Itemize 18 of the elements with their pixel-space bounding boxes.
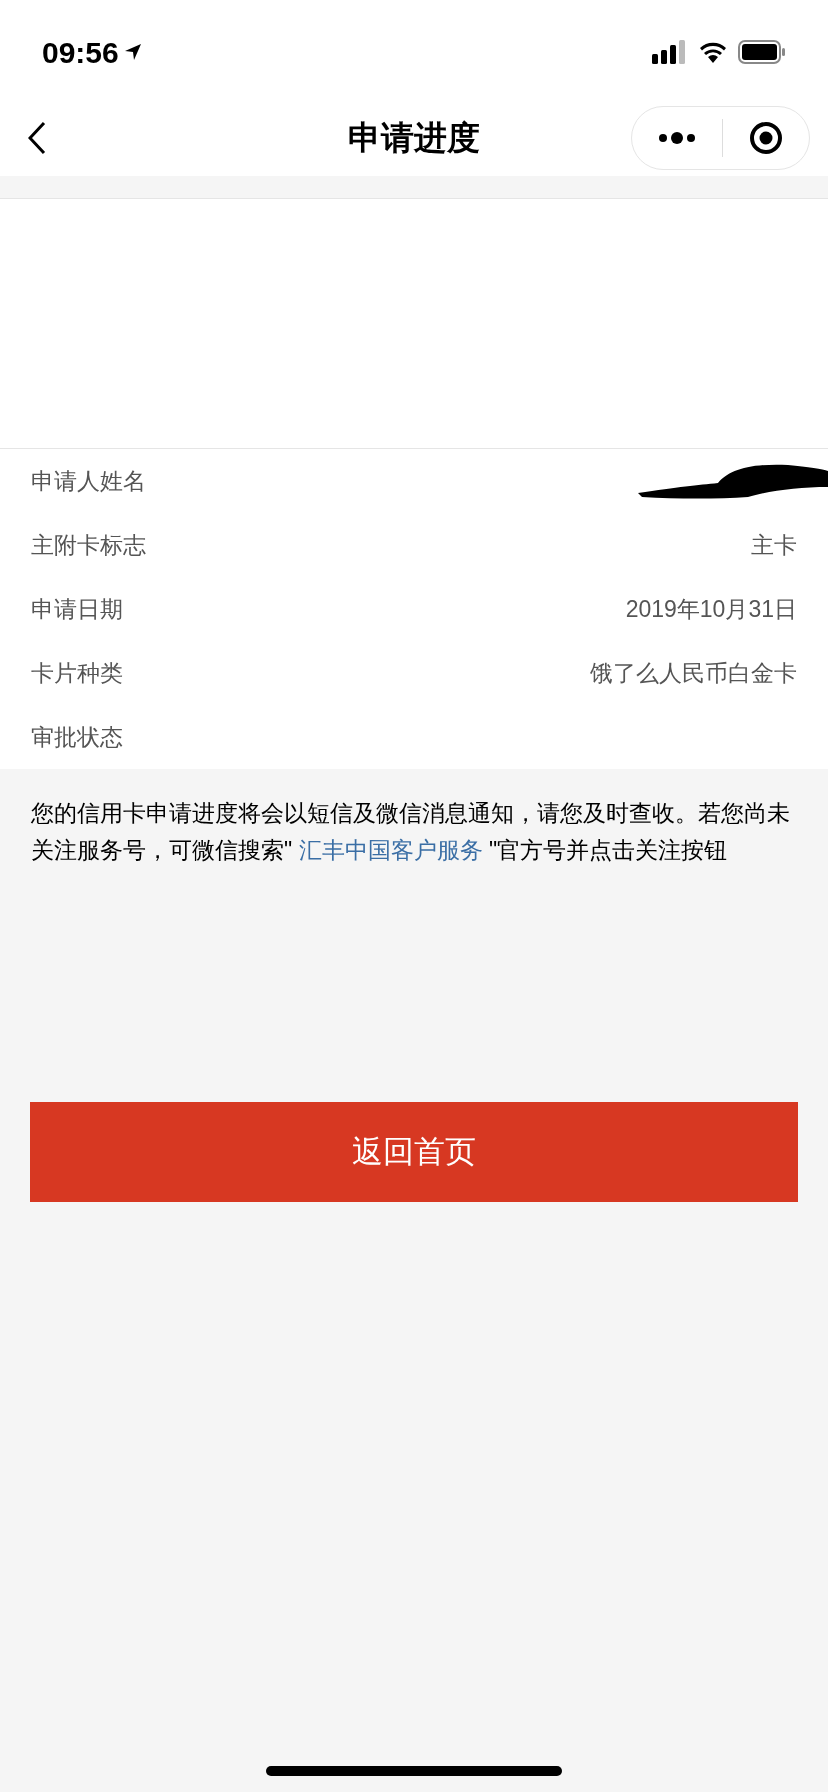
- field-value: 饿了么人民币白金卡: [590, 658, 797, 688]
- home-button[interactable]: 返回首页: [30, 1102, 798, 1202]
- battery-icon: [738, 40, 786, 64]
- page-title: 申请进度: [348, 118, 480, 159]
- field-label: 申请人姓名: [31, 466, 146, 496]
- field-label: 审批状态: [31, 722, 123, 752]
- status-time: 09:56: [42, 34, 119, 71]
- field-label: 主附卡标志: [31, 530, 146, 560]
- wifi-icon: [698, 41, 728, 63]
- notice-text: 您的信用卡申请进度将会以短信及微信消息通知，请您及时查收。若您尚未关注服务号，可微信搜索" 汇丰中国客户服务 "官方号并点击关注按钮: [30, 799, 791, 865]
- field-label: 卡片种类: [31, 658, 123, 688]
- field-label: 申请日期: [31, 594, 123, 624]
- more-icon[interactable]: [658, 132, 696, 144]
- field-value: 主卡: [751, 530, 797, 560]
- signal-icon: [652, 40, 688, 64]
- official-account-link[interactable]: 汇丰中国客户服务: [298, 837, 483, 863]
- close-target-icon[interactable]: [749, 121, 783, 155]
- field-value: 2019年10月31日: [625, 594, 797, 624]
